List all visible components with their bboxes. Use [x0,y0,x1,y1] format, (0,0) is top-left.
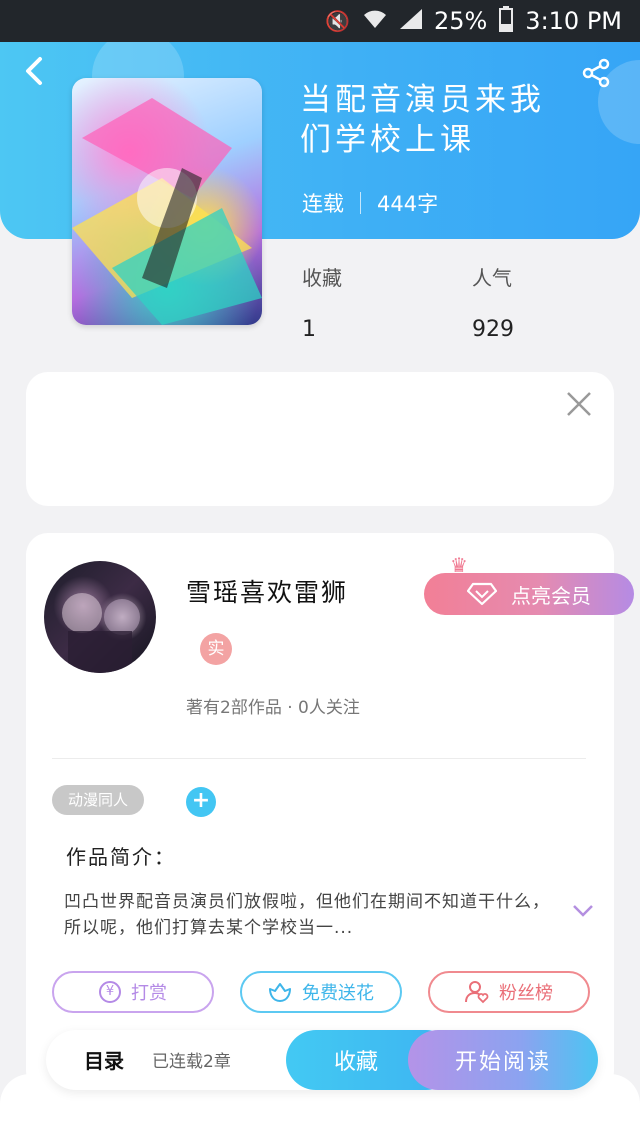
book-meta: 连载 444字 [302,188,438,218]
user-heart-icon [465,981,489,1004]
vip-button[interactable]: 点亮会员 [424,573,634,615]
book-title: 当配音演员来我们学校上课 [300,82,545,158]
flower-icon [269,983,291,1002]
divider [52,758,586,759]
wifi-icon [362,8,388,35]
back-button[interactable] [22,56,52,90]
yen-icon: ¥ [99,981,121,1003]
tag-item[interactable]: 动漫同人 [52,785,145,815]
start-reading-label: 开始阅读 [454,1050,551,1075]
avatar[interactable] [44,561,156,673]
fans-ranking-button[interactable]: 粉丝榜 [428,971,590,1013]
reward-button[interactable]: ¥ 打赏 [52,971,214,1013]
chevron-down-icon[interactable] [572,899,594,924]
chapter-count[interactable]: 已连载2章 [152,1047,231,1072]
battery-percent: 25% [433,7,488,35]
author-card: 雪瑶喜欢雷狮 实 ♛ 点亮会员 著有2部作品 · 0人关注 动漫同人 + 作品简… [26,533,634,1093]
start-reading-button[interactable]: 开始阅读 [408,1030,598,1090]
bottom-action-bar: 目录 已连载2章 收藏 开始阅读 [46,1030,598,1090]
book-cover-image[interactable] [72,78,262,325]
close-icon[interactable] [566,386,592,426]
vip-button-label: 点亮会员 [511,583,591,608]
battery-icon [499,5,514,37]
share-icon [582,58,610,88]
author-info: 著有2部作品 · 0人关注 [186,698,360,718]
ad-card [26,372,614,506]
popularity-stat: 人气 929 [472,262,514,342]
mute-icon: 🔇 [325,9,350,33]
verified-badge: 实 [200,633,232,665]
fans-ranking-label: 粉丝榜 [499,983,553,1004]
serial-status: 连载 [302,192,344,216]
favorites-value: 1 [302,317,316,342]
send-flower-label: 免费送花 [302,983,374,1004]
divider [360,192,361,214]
word-count: 444字 [377,192,439,216]
author-name[interactable]: 雪瑶喜欢雷狮 [186,573,348,609]
add-tag-button[interactable]: + [186,787,216,817]
intro-heading: 作品简介： [66,845,176,869]
table-of-contents-button[interactable]: 目录 [84,1045,124,1074]
signal-icon [399,8,422,34]
popularity-value: 929 [472,317,514,342]
favorites-stat: 收藏 1 [302,262,342,342]
clock: 3:10 PM [525,7,622,35]
send-flower-button[interactable]: 免费送花 [240,971,402,1013]
share-button[interactable] [580,58,614,90]
collect-label: 收藏 [333,1050,378,1075]
popularity-label: 人气 [472,266,512,290]
favorites-label: 收藏 [302,266,342,290]
reward-label: 打赏 [131,983,167,1004]
diamond-icon [467,582,497,606]
status-bar: 🔇 25% 3:10 PM [0,0,640,42]
intro-text: 凹凸世界配音员演员们放假啦，但他们在期间不知道干什么，所以呢，他们打算去某个学校… [64,892,550,938]
